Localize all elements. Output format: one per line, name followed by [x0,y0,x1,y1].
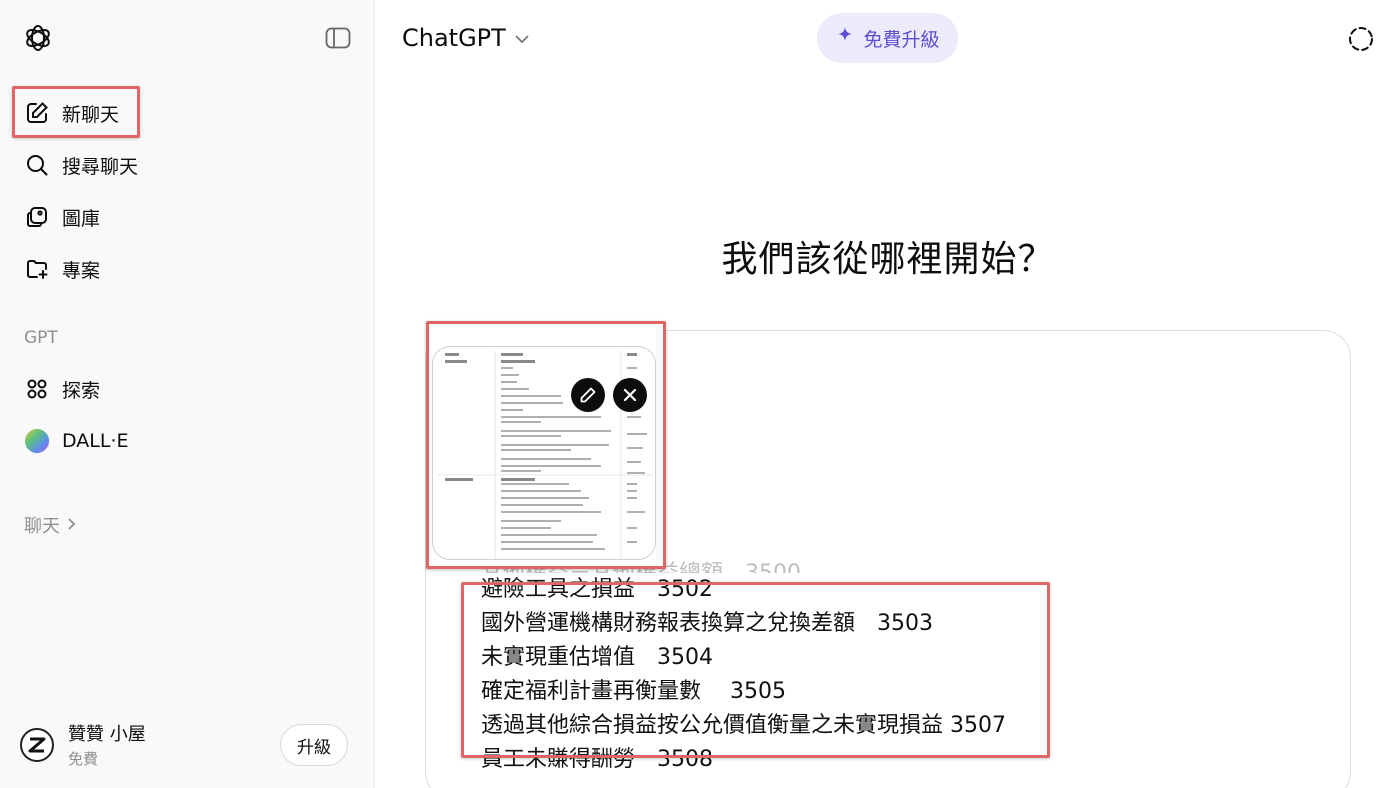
sidebar: 新聊天 搜尋聊天 圖庫 專案 GPT 探索 DALL·E 聊天 贊贊 小屋 免費… [0,0,375,788]
composer-line: 國外營運機構財務報表換算之兌換差額 3503 [481,611,933,636]
close-icon [623,388,637,402]
sidebar-item-library[interactable]: 圖庫 [12,196,362,238]
avatar [20,727,54,762]
attachment-thumbnail[interactable] [432,346,656,560]
gpt-section-label: GPT [24,328,58,348]
sidebar-item-explore[interactable]: 探索 [12,368,362,410]
temporary-chat-icon[interactable] [1346,24,1376,54]
composer-line: 未實現重估增值 3504 [481,645,713,670]
sidebar-item-search-chats[interactable]: 搜尋聊天 [12,144,362,186]
sidebar-item-label: 圖庫 [62,207,101,230]
grid-icon [24,376,50,402]
edit-attachment-button[interactable] [571,378,605,412]
chats-section-toggle[interactable]: 聊天 [24,512,76,538]
annotation-box-new-chat [12,86,140,138]
chevron-right-icon [66,515,76,536]
user-plan: 免費 [68,750,99,768]
sidebar-item-label: 探索 [62,379,101,402]
free-upgrade-label: 免費升級 [863,28,940,51]
chats-section-label: 聊天 [24,516,60,537]
sidebar-item-projects[interactable]: 專案 [12,248,362,290]
chevron-down-icon [514,29,530,48]
user-profile[interactable]: 贊贊 小屋 免費 [20,720,146,769]
model-name: ChatGPT [402,24,506,52]
composer-line: 透過其他綜合損益按公允價值衡量之未實現損益 3507 [481,713,1006,738]
user-name: 贊贊 小屋 [68,724,146,745]
sparkle-icon [835,26,855,51]
upgrade-button[interactable]: 升級 [280,724,348,766]
dalle-avatar-icon [24,428,50,454]
sidebar-item-dalle[interactable]: DALL·E [12,420,362,462]
composer-line: 確定福利計畫再衡量數 3505 [481,679,786,704]
sidebar-item-label: DALL·E [62,430,129,452]
composer-text: 其他權益－其他權益總額 3500 避險工具之損益 3502 國外營運機構財務報表… [481,555,1006,777]
sidebar-toggle-icon[interactable] [324,24,352,52]
openai-logo-icon[interactable] [22,22,54,54]
free-upgrade-button[interactable]: 免費升級 [817,13,958,63]
search-icon [24,152,50,178]
images-icon [24,204,50,230]
composer-line: 員工未賺得酬勞 3508 [481,747,713,772]
model-picker[interactable]: ChatGPT [402,24,530,52]
page-title: 我們該從哪裡開始？ [721,239,1055,280]
folder-plus-icon [24,256,50,282]
remove-attachment-button[interactable] [613,378,647,412]
pencil-icon [580,387,596,403]
sidebar-item-label: 搜尋聊天 [62,155,139,178]
composer-line: 避險工具之損益 3502 [481,577,713,602]
annotation-box-attachment [426,321,666,569]
sidebar-item-label: 專案 [62,259,101,282]
